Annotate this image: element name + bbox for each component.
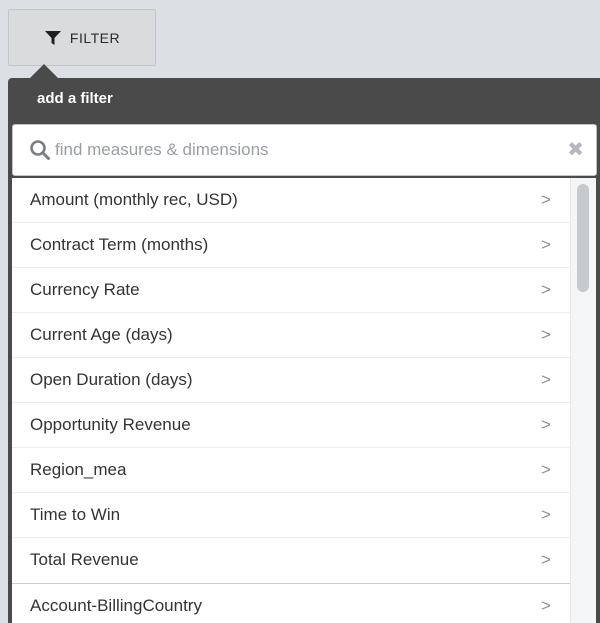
popover-title: add a filter <box>37 90 113 107</box>
list-item-label: Currency Rate <box>30 280 140 299</box>
close-icon[interactable]: ✖ <box>567 139 584 161</box>
chevron-right-icon: > <box>541 415 551 434</box>
list-item-label: Amount (monthly rec, USD) <box>30 190 238 209</box>
measure-list: Amount (monthly rec, USD) > Contract Ter… <box>12 178 596 623</box>
list-item-label: Opportunity Revenue <box>30 415 191 434</box>
search-input[interactable] <box>55 140 535 160</box>
toolbar: FILTER <box>0 0 600 80</box>
popover-caret <box>30 64 58 78</box>
magnifier-icon <box>29 139 51 161</box>
list-item[interactable]: Region_mea > <box>12 448 596 493</box>
chevron-right-icon: > <box>541 190 551 209</box>
chevron-right-icon: > <box>541 235 551 254</box>
scrollbar-thumb[interactable] <box>577 184 589 292</box>
chevron-right-icon: > <box>541 460 551 479</box>
list-item[interactable]: Currency Rate > <box>12 268 596 313</box>
list-item-label: Region_mea <box>30 460 127 479</box>
list-item[interactable]: Current Age (days) > <box>12 313 596 358</box>
chevron-right-icon: > <box>541 325 551 344</box>
list-item[interactable]: Time to Win > <box>12 493 596 538</box>
list-item[interactable]: Open Duration (days) > <box>12 358 596 403</box>
funnel-icon <box>44 29 62 47</box>
list-item-label: Account-BillingCountry <box>30 596 202 615</box>
chevron-right-icon: > <box>541 370 551 389</box>
filter-button-label: FILTER <box>69 29 121 46</box>
chevron-right-icon: > <box>541 280 551 299</box>
list-item-label: Time to Win <box>30 505 121 524</box>
list-item-label: Total Revenue <box>30 550 139 569</box>
list-item-label: Open Duration (days) <box>30 370 193 389</box>
chevron-right-icon: > <box>541 505 551 524</box>
filter-button[interactable]: FILTER <box>8 9 156 66</box>
scrollbar[interactable] <box>570 178 596 623</box>
list-item[interactable]: Opportunity Revenue > <box>12 403 596 448</box>
list-item[interactable]: Total Revenue > <box>12 538 596 583</box>
list-item-label: Current Age (days) <box>30 325 173 344</box>
list-item[interactable]: Amount (monthly rec, USD) > <box>12 178 596 223</box>
chevron-right-icon: > <box>541 550 551 569</box>
search-box: ✖ <box>12 124 597 176</box>
add-filter-popover: add a filter ✖ Amount (monthly rec, USD)… <box>8 78 600 623</box>
chevron-right-icon: > <box>541 596 551 615</box>
list-item-label: Contract Term (months) <box>30 235 209 254</box>
list-item[interactable]: Contract Term (months) > <box>12 223 596 268</box>
list-item[interactable]: Account-BillingCountry > <box>12 583 596 623</box>
